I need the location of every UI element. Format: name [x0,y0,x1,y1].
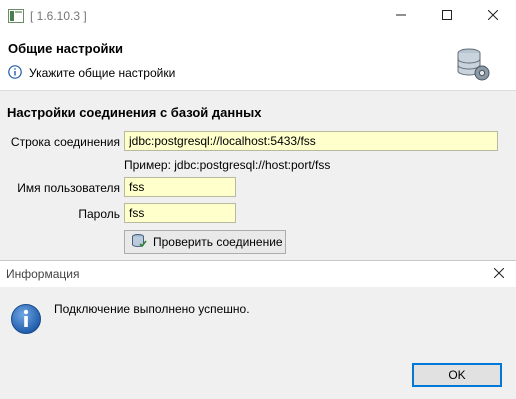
database-settings-icon [455,46,491,82]
connection-string-label: Строка соединения [10,135,120,149]
page-header: Общие настройки Укажите общие настройки [0,32,516,91]
close-icon [487,9,499,23]
app-icon [8,9,24,23]
settings-panel: Настройки соединения с базой данных Стро… [0,91,516,262]
dialog-title: Информация [6,267,80,281]
settings-window: [ 1.6.10.3 ] Общие настройки Укажите общ… [0,0,516,262]
info-large-icon [10,303,42,335]
close-button[interactable] [470,0,516,32]
maximize-button[interactable] [424,0,470,32]
connection-string-input[interactable] [124,131,498,151]
database-test-icon [131,233,147,252]
test-connection-button[interactable]: Проверить соединение [124,230,286,254]
page-title: Общие настройки [8,41,123,56]
connection-example-text: Пример: jdbc:postgresql://host:port/fss [124,158,331,172]
password-input[interactable] [124,203,236,223]
minimize-icon [396,9,406,23]
info-dialog: Информация Подключение выполнено успешно [0,260,516,399]
close-icon [493,267,505,281]
dialog-title-bar: Информация [0,261,516,287]
title-bar: [ 1.6.10.3 ] [0,0,516,32]
test-connection-label: Проверить соединение [153,235,283,249]
db-group-title: Настройки соединения с базой данных [7,105,262,120]
username-label: Имя пользователя [17,181,120,195]
dialog-body: Подключение выполнено успешно. OK [0,287,516,399]
maximize-icon [442,9,452,23]
window-title: [ 1.6.10.3 ] [30,9,87,23]
dialog-message: Подключение выполнено успешно. [54,302,250,316]
page-description: Укажите общие настройки [29,66,176,80]
username-input[interactable] [124,177,236,197]
password-label: Пароль [78,207,120,221]
info-icon [8,65,22,79]
minimize-button[interactable] [378,0,424,32]
ok-button[interactable]: OK [412,363,502,387]
dialog-close-button[interactable] [488,264,510,284]
